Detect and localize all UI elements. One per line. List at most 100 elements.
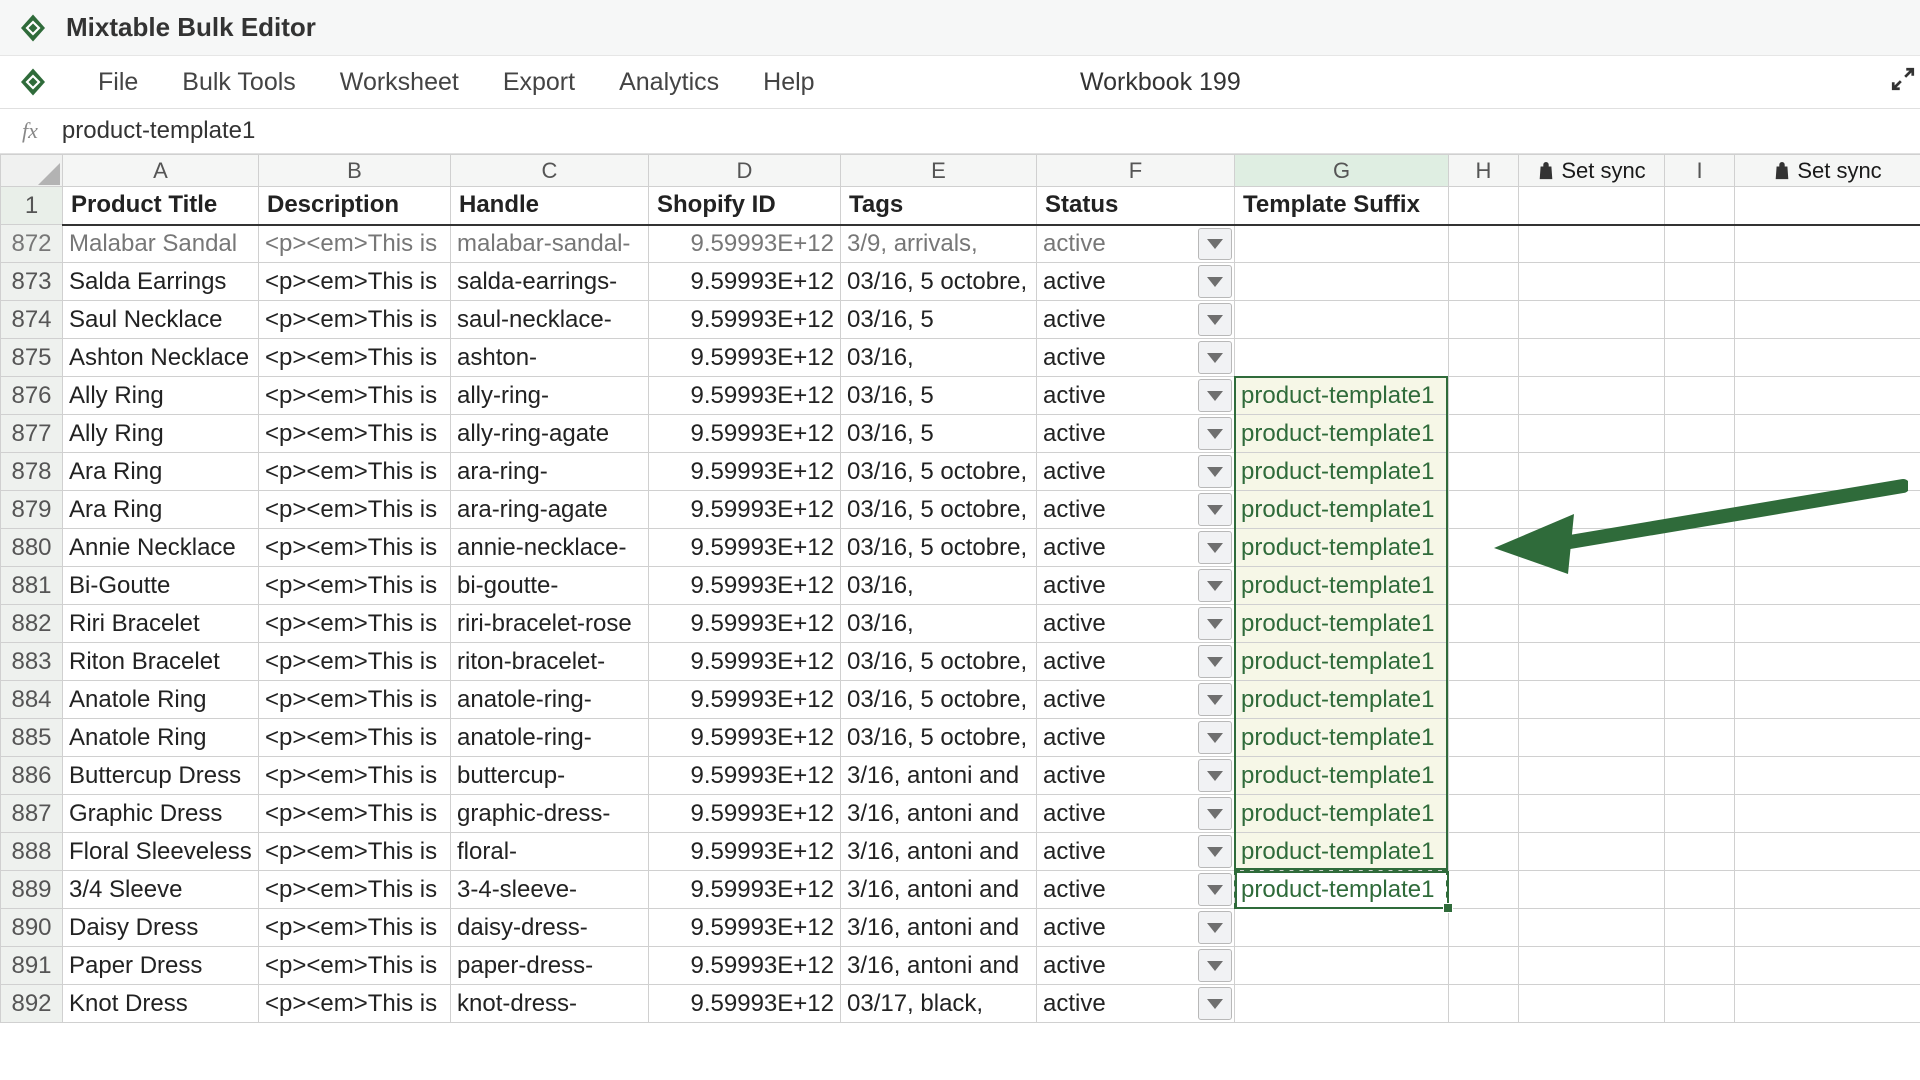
cell-description[interactable]: <p><em>This is [259, 947, 451, 985]
header-setsync-1[interactable] [1519, 187, 1665, 225]
cell-template-suffix[interactable]: product-template1 [1235, 833, 1449, 871]
cell-status[interactable]: active [1037, 491, 1235, 529]
cell-setsync-1[interactable] [1519, 833, 1665, 871]
cell-shopify-id[interactable]: 9.59993E+12 [649, 263, 841, 301]
cell-tags[interactable]: 03/16, 5 octobre, [841, 719, 1037, 757]
cell-status[interactable]: active [1037, 757, 1235, 795]
cell-description[interactable]: <p><em>This is [259, 225, 451, 263]
cell-setsync-1[interactable] [1519, 909, 1665, 947]
status-dropdown-button[interactable] [1198, 835, 1232, 868]
cell-tags[interactable]: 3/16, antoni and [841, 833, 1037, 871]
cell-product-title[interactable]: Buttercup Dress [63, 757, 259, 795]
cell-h[interactable] [1449, 643, 1519, 681]
cell-h[interactable] [1449, 605, 1519, 643]
cell-description[interactable]: <p><em>This is [259, 985, 451, 1023]
menu-analytics[interactable]: Analytics [597, 62, 741, 103]
cell-template-suffix[interactable]: product-template1 [1235, 719, 1449, 757]
cell-setsync-1[interactable] [1519, 301, 1665, 339]
cell-handle[interactable]: malabar-sandal- [451, 225, 649, 263]
row-number[interactable]: 892 [1, 985, 63, 1023]
cell-status[interactable]: active [1037, 681, 1235, 719]
cell-handle[interactable]: ara-ring-agate [451, 491, 649, 529]
col-header-g[interactable]: G [1235, 155, 1449, 187]
cell-template-suffix[interactable] [1235, 339, 1449, 377]
cell-h[interactable] [1449, 225, 1519, 263]
header-shopify-id[interactable]: Shopify ID [649, 187, 841, 225]
cell-shopify-id[interactable]: 9.59993E+12 [649, 605, 841, 643]
cell-template-suffix[interactable]: product-template1 [1235, 605, 1449, 643]
cell-setsync-1[interactable] [1519, 795, 1665, 833]
cell-template-suffix[interactable]: product-template1 [1235, 757, 1449, 795]
menu-worksheet[interactable]: Worksheet [318, 62, 481, 103]
cell-product-title[interactable]: Ally Ring [63, 377, 259, 415]
cell-template-suffix[interactable] [1235, 909, 1449, 947]
status-dropdown-button[interactable] [1198, 341, 1232, 374]
cell-shopify-id[interactable]: 9.59993E+12 [649, 567, 841, 605]
cell-shopify-id[interactable]: 9.59993E+12 [649, 453, 841, 491]
cell-tags[interactable]: 3/16, antoni and [841, 795, 1037, 833]
cell-product-title[interactable]: Ara Ring [63, 453, 259, 491]
cell-setsync-1[interactable] [1519, 605, 1665, 643]
cell-setsync-2[interactable] [1735, 681, 1920, 719]
cell-i[interactable] [1665, 377, 1735, 415]
cell-i[interactable] [1665, 795, 1735, 833]
row-number[interactable]: 873 [1, 263, 63, 301]
cell-description[interactable]: <p><em>This is [259, 719, 451, 757]
cell-handle[interactable]: buttercup- [451, 757, 649, 795]
cell-setsync-2[interactable] [1735, 339, 1920, 377]
cell-handle[interactable]: paper-dress- [451, 947, 649, 985]
cell-status[interactable]: active [1037, 225, 1235, 263]
cell-tags[interactable]: 03/16, 5 octobre, [841, 529, 1037, 567]
cell-description[interactable]: <p><em>This is [259, 909, 451, 947]
header-setsync-2[interactable] [1735, 187, 1920, 225]
row-number[interactable]: 876 [1, 377, 63, 415]
cell-description[interactable]: <p><em>This is [259, 681, 451, 719]
row-number[interactable]: 883 [1, 643, 63, 681]
col-header-c[interactable]: C [451, 155, 649, 187]
cell-tags[interactable]: 03/16, 5 octobre, [841, 263, 1037, 301]
cell-tags[interactable]: 03/16, 5 [841, 377, 1037, 415]
cell-product-title[interactable]: Riton Bracelet [63, 643, 259, 681]
cell-handle[interactable]: anatole-ring- [451, 681, 649, 719]
cell-h[interactable] [1449, 301, 1519, 339]
status-dropdown-button[interactable] [1198, 683, 1232, 716]
cell-description[interactable]: <p><em>This is [259, 757, 451, 795]
cell-setsync-2[interactable] [1735, 301, 1920, 339]
col-header-setsync-2[interactable]: Set sync [1735, 155, 1920, 187]
cell-template-suffix[interactable]: product-template1 [1235, 491, 1449, 529]
status-dropdown-button[interactable] [1198, 607, 1232, 640]
cell-shopify-id[interactable]: 9.59993E+12 [649, 415, 841, 453]
row-number[interactable]: 884 [1, 681, 63, 719]
cell-i[interactable] [1665, 529, 1735, 567]
cell-setsync-1[interactable] [1519, 225, 1665, 263]
cell-tags[interactable]: 03/17, black, [841, 985, 1037, 1023]
row-number[interactable]: 886 [1, 757, 63, 795]
cell-tags[interactable]: 03/16, 5 octobre, [841, 643, 1037, 681]
cell-description[interactable]: <p><em>This is [259, 567, 451, 605]
row-number[interactable]: 889 [1, 871, 63, 909]
cell-tags[interactable]: 03/16, 5 octobre, [841, 681, 1037, 719]
cell-product-title[interactable]: Graphic Dress [63, 795, 259, 833]
cell-handle[interactable]: bi-goutte- [451, 567, 649, 605]
cell-setsync-2[interactable] [1735, 985, 1920, 1023]
cell-shopify-id[interactable]: 9.59993E+12 [649, 491, 841, 529]
cell-handle[interactable]: 3-4-sleeve- [451, 871, 649, 909]
cell-i[interactable] [1665, 909, 1735, 947]
cell-shopify-id[interactable]: 9.59993E+12 [649, 795, 841, 833]
status-dropdown-button[interactable] [1198, 531, 1232, 564]
status-dropdown-button[interactable] [1198, 417, 1232, 450]
cell-tags[interactable]: 03/16, 5 octobre, [841, 453, 1037, 491]
row-number[interactable]: 878 [1, 453, 63, 491]
status-dropdown-button[interactable] [1198, 645, 1232, 678]
cell-h[interactable] [1449, 415, 1519, 453]
row-number[interactable]: 888 [1, 833, 63, 871]
cell-status[interactable]: active [1037, 339, 1235, 377]
col-header-a[interactable]: A [63, 155, 259, 187]
cell-setsync-1[interactable] [1519, 643, 1665, 681]
spreadsheet[interactable]: A B C D E F G H Set sync I [0, 154, 1920, 1080]
cell-setsync-1[interactable] [1519, 871, 1665, 909]
cell-template-suffix[interactable] [1235, 985, 1449, 1023]
status-dropdown-button[interactable] [1198, 873, 1232, 906]
cell-tags[interactable]: 03/16, 5 [841, 415, 1037, 453]
cell-i[interactable] [1665, 833, 1735, 871]
